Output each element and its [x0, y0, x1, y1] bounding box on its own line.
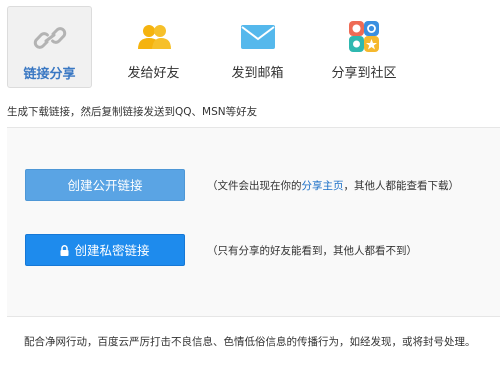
tab-link-share[interactable]: 链接分享	[7, 6, 92, 88]
note-text: ，其他人都能查看下载）	[343, 180, 460, 192]
tab-label: 发给好友	[127, 66, 180, 81]
link-options-panel: 创建公开链接 （文件会出现在你的分享主页，其他人都能查看下载） 创建私密链接 （…	[7, 127, 500, 317]
friends-icon	[137, 25, 171, 49]
tab-label: 发到邮箱	[231, 66, 284, 81]
button-label: 创建私密链接	[74, 243, 150, 258]
public-link-note: （文件会出现在你的分享主页，其他人都能查看下载）	[207, 178, 459, 193]
tab-share-community[interactable]: 分享到社区	[319, 6, 409, 88]
tab-send-email[interactable]: 发到邮箱	[215, 6, 300, 88]
tab-label: 链接分享	[23, 67, 76, 82]
create-private-link-button[interactable]: 创建私密链接	[25, 234, 185, 266]
description-text: 生成下载链接，然后复制链接发送到QQ、MSN等好友	[7, 106, 258, 118]
share-tabs: 链接分享 发给好友 发到邮箱 分享到社区	[0, 0, 500, 90]
note-text: （文件会出现在你的	[207, 180, 302, 192]
tab-send-friends[interactable]: 发给好友	[111, 6, 196, 88]
footer-notice: 配合净网行动，百度云严厉打击不良信息、色情低俗信息的传播行为，如经发现，或将封号…	[24, 336, 476, 348]
button-label: 创建公开链接	[67, 178, 143, 193]
share-homepage-link[interactable]: 分享主页	[302, 180, 344, 192]
mail-icon	[240, 25, 275, 49]
community-icon	[349, 21, 379, 52]
lock-icon	[60, 245, 69, 256]
private-link-note: （只有分享的好友能看到，其他人都看不到）	[207, 245, 417, 257]
tab-label: 分享到社区	[331, 66, 397, 81]
link-icon	[33, 27, 66, 49]
create-public-link-button[interactable]: 创建公开链接	[25, 169, 185, 201]
